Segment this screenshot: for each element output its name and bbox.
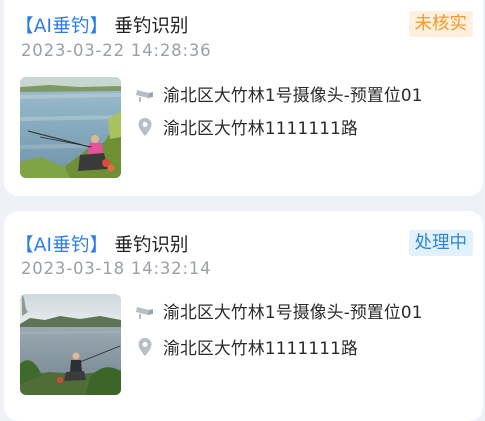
alert-title: 垂钓识别 bbox=[114, 16, 189, 37]
alert-title: 垂钓识别 bbox=[114, 235, 189, 256]
snapshot-thumbnail[interactable] bbox=[20, 294, 121, 395]
camera-info: 渝北区大竹林1号摄像头-预置位01 bbox=[135, 81, 423, 107]
camera-name: 渝北区大竹林1号摄像头-预置位01 bbox=[163, 85, 423, 105]
status-badge: 未核实 bbox=[408, 11, 473, 37]
location-pin-icon bbox=[135, 337, 155, 357]
alert-timestamp: 2023-03-22 14:28:36 bbox=[21, 41, 212, 60]
address-text: 渝北区大竹林1111111路 bbox=[163, 118, 359, 138]
camera-name: 渝北区大竹林1号摄像头-预置位01 bbox=[163, 302, 423, 322]
address-info: 渝北区大竹林1111111路 bbox=[135, 334, 358, 360]
alert-card[interactable]: 【AI垂钓】 垂钓识别 未核实 2023-03-22 14:28:36 渝北区大… bbox=[4, 0, 483, 196]
alert-card[interactable]: 【AI垂钓】 垂钓识别 处理中 2023-03-18 14:32:14 渝北区大… bbox=[4, 211, 483, 421]
camera-info: 渝北区大竹林1号摄像头-预置位01 bbox=[135, 298, 423, 324]
status-badge: 处理中 bbox=[408, 230, 473, 256]
fishing-scene-image bbox=[20, 294, 121, 395]
location-pin-icon bbox=[135, 117, 155, 137]
address-text: 渝北区大竹林1111111路 bbox=[163, 338, 359, 358]
alert-header: 【AI垂钓】 垂钓识别 处理中 bbox=[15, 229, 473, 259]
alert-category-tag: 【AI垂钓】 bbox=[15, 235, 109, 256]
camera-icon bbox=[135, 84, 155, 104]
fishing-scene-image bbox=[20, 77, 121, 178]
alert-category-tag: 【AI垂钓】 bbox=[15, 16, 109, 37]
alert-list: 【AI垂钓】 垂钓识别 未核实 2023-03-22 14:28:36 渝北区大… bbox=[0, 0, 485, 421]
alert-header: 【AI垂钓】 垂钓识别 未核实 bbox=[15, 10, 473, 40]
address-info: 渝北区大竹林1111111路 bbox=[135, 114, 358, 140]
snapshot-thumbnail[interactable] bbox=[20, 77, 121, 178]
camera-icon bbox=[135, 301, 155, 321]
alert-timestamp: 2023-03-18 14:32:14 bbox=[21, 259, 212, 278]
